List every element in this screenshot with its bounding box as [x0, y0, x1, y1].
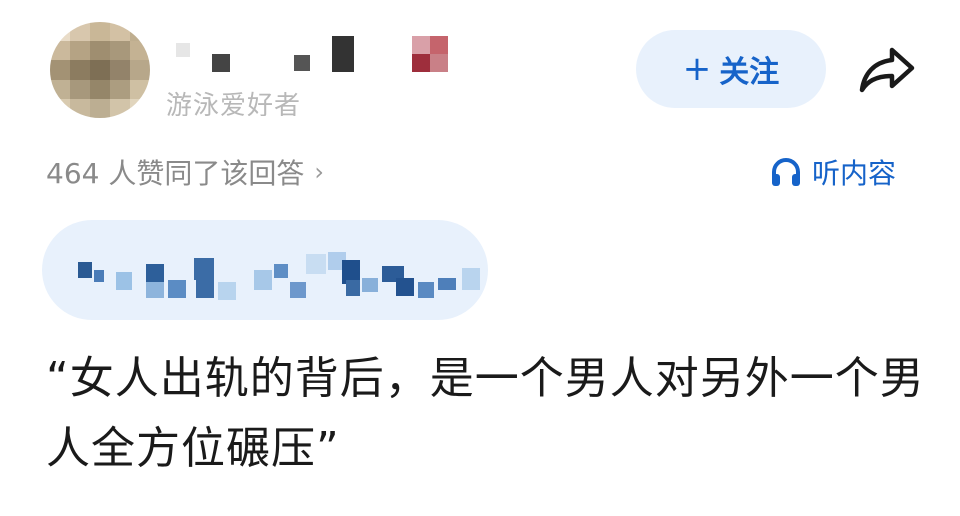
avatar-pixel: [50, 60, 70, 80]
author-bio: 游泳爱好者: [166, 91, 302, 116]
avatar[interactable]: [50, 22, 150, 118]
avatar-pixel: [90, 79, 110, 99]
author-name-blurred[interactable]: [176, 34, 448, 74]
tag-pixel: [274, 264, 288, 278]
tag-pixel: [396, 278, 414, 296]
share-icon[interactable]: [856, 44, 918, 96]
tag-pixel: [306, 254, 326, 274]
avatar-pixel: [90, 22, 110, 42]
avatar-pixel: [70, 22, 90, 42]
avatar-pixel: [90, 41, 110, 61]
tag-pixel: [290, 282, 306, 298]
tag-pixel: [254, 270, 272, 290]
avatar-pixel: [110, 41, 130, 61]
tag-pixel: [196, 280, 214, 298]
avatar-pixel: [110, 79, 130, 99]
avatar-pixel: [70, 79, 90, 99]
tag-pixel: [146, 282, 164, 298]
avatar-pixel: [110, 98, 130, 118]
topic-tag-blurred[interactable]: [42, 220, 488, 320]
tag-pixel: [418, 282, 434, 298]
avatar-pixel: [130, 41, 150, 61]
tag-pixel: [362, 278, 378, 292]
listen-button[interactable]: 听内容: [770, 152, 896, 192]
avatar-pixel: [70, 41, 90, 61]
avatar-pixel: [130, 79, 150, 99]
avatar-pixel: [70, 98, 90, 118]
chevron-right-icon: ›: [314, 158, 324, 186]
tag-pixel: [78, 262, 92, 278]
likes-text: 464 人赞同了该回答: [46, 157, 305, 190]
avatar-pixel: [110, 60, 130, 80]
answer-card: 游泳爱好者 + 关注 464 人赞同了该回答 › 听内容 “女人出轨的背后，是一…: [0, 0, 960, 516]
follow-label: 关注: [719, 55, 780, 90]
avatar-pixel: [70, 60, 90, 80]
avatar-pixel: [50, 41, 70, 61]
avatar-pixel: [90, 60, 110, 80]
avatar-pixel: [50, 22, 70, 42]
tag-pixel: [168, 280, 186, 298]
tag-pixel: [116, 272, 132, 290]
avatar-pixel: [130, 60, 150, 80]
likes-count[interactable]: 464 人赞同了该回答 ›: [46, 152, 324, 192]
tag-pixel: [194, 258, 214, 280]
avatar-pixel: [50, 79, 70, 99]
avatar-pixel: [90, 98, 110, 118]
tag-pixel: [462, 268, 480, 290]
tag-pixel: [94, 270, 104, 282]
plus-icon: +: [682, 49, 712, 89]
headphones-icon: [772, 158, 800, 186]
avatar-pixel: [110, 22, 130, 42]
tag-pixel: [346, 280, 360, 296]
listen-label: 听内容: [812, 157, 897, 190]
answer-headline[interactable]: “女人出轨的背后，是一个男人对另外一个男人全方位碾压”: [46, 344, 936, 484]
tag-pixel: [438, 278, 456, 290]
avatar-pixel: [130, 98, 150, 118]
follow-button[interactable]: + 关注: [636, 30, 826, 108]
avatar-pixel: [130, 22, 150, 42]
avatar-pixel: [50, 98, 70, 118]
tag-pixel: [218, 282, 236, 300]
